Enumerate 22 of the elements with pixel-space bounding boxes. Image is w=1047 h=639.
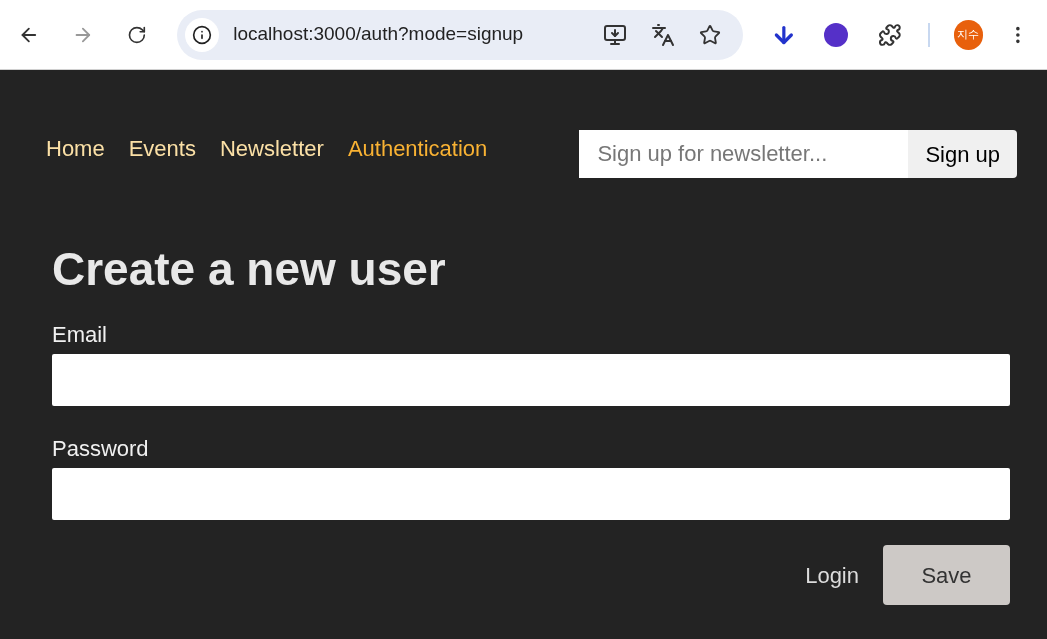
form-title: Create a new user — [52, 246, 447, 292]
nav-link[interactable]: Newsletter — [219, 131, 324, 165]
save-button[interactable]: Save — [883, 545, 1010, 605]
nav-link[interactable]: Authentication — [347, 131, 488, 165]
sign-up-button[interactable]: Sign up — [908, 130, 1017, 178]
bookmark-star-icon[interactable] — [698, 23, 721, 46]
install-icon[interactable] — [602, 22, 627, 47]
field-label: Password — [52, 436, 150, 462]
nav-link[interactable]: Home — [46, 131, 105, 165]
input-field[interactable] — [52, 354, 1010, 406]
nav-link[interactable]: Events — [128, 131, 196, 165]
field-label: Email — [52, 322, 108, 348]
extension-icon[interactable] — [824, 22, 848, 47]
url-text: localhost:3000/auth?mode=signup — [233, 22, 524, 47]
address-bar[interactable]: localhost:3000/auth?mode=signup — [177, 9, 743, 60]
site-info-icon[interactable] — [185, 17, 220, 52]
translate-icon[interactable] — [650, 22, 675, 47]
reload-icon[interactable] — [127, 24, 148, 45]
login-link[interactable]: Login — [805, 558, 859, 592]
extensions-puzzle-icon[interactable] — [877, 22, 902, 47]
input-field[interactable] — [52, 468, 1010, 520]
newsletter-email-field[interactable]: Sign up for newsletter... — [579, 130, 909, 178]
